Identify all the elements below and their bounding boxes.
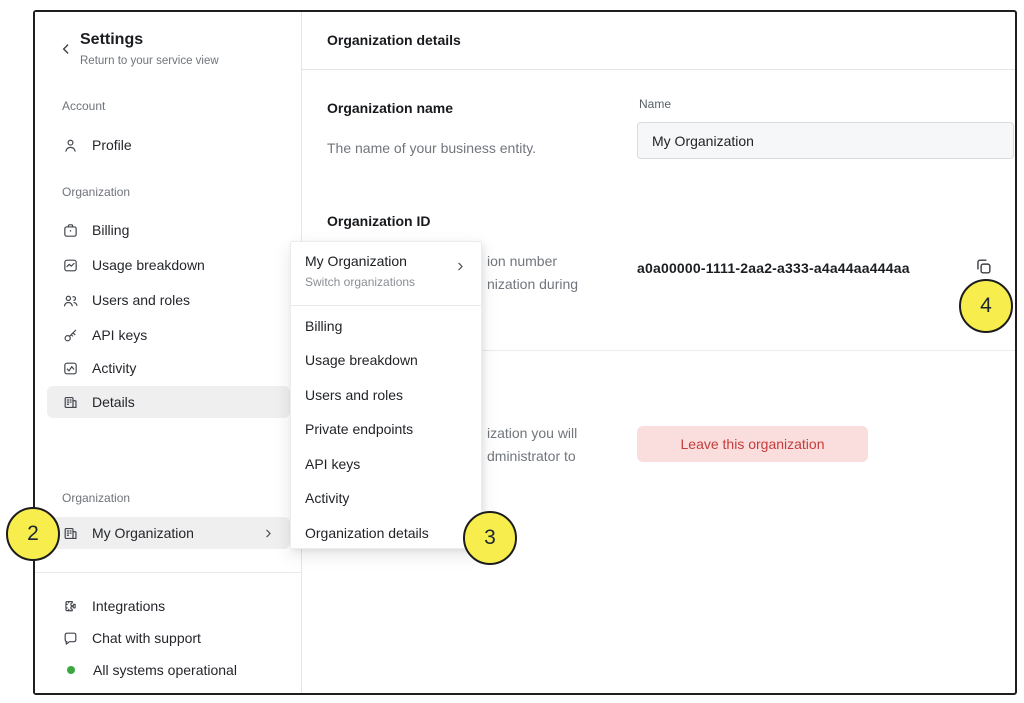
organization-name-input[interactable] [637, 122, 1014, 159]
org-id-section-title: Organization ID [327, 213, 430, 229]
sidebar-item-label: Chat with support [92, 630, 201, 646]
building-icon [62, 525, 79, 542]
org-name-section-description: The name of your business entity. [327, 140, 536, 156]
org-id-description-clipped-line1: ion number [487, 253, 557, 269]
org-name-section-title: Organization name [327, 100, 453, 116]
chevron-right-icon [454, 260, 467, 273]
menu-item-usage-breakdown[interactable]: Usage breakdown [291, 343, 481, 377]
copy-icon[interactable] [974, 256, 994, 276]
menu-item-private-endpoints[interactable]: Private endpoints [291, 412, 481, 446]
sidebar-item-billing[interactable]: Billing [47, 214, 290, 246]
sidebar-item-label: Billing [92, 222, 129, 238]
name-field-label: Name [639, 97, 671, 111]
menu-item-organization-details[interactable]: Organization details [291, 516, 481, 550]
sidebar-item-users-and-roles[interactable]: Users and roles [47, 284, 290, 316]
sidebar-subtitle: Return to your service view [80, 55, 219, 67]
menu-header-my-organization[interactable] [291, 242, 481, 305]
sidebar-item-api-keys[interactable]: API keys [47, 319, 290, 351]
key-icon [62, 327, 79, 344]
sidebar-item-integrations[interactable]: Integrations [47, 590, 290, 622]
section-label-organization: Organization [62, 185, 130, 199]
activity-icon [62, 360, 79, 377]
annotation-step-4: 4 [959, 279, 1013, 333]
menu-item-activity[interactable]: Activity [291, 481, 481, 515]
sidebar-item-details[interactable]: Details [47, 386, 290, 418]
sidebar-item-profile[interactable]: Profile [47, 129, 290, 161]
app-window: Settings Return to your service view Acc… [33, 10, 1017, 695]
menu-item-billing[interactable]: Billing [291, 309, 481, 343]
menu-subtitle: Switch organizations [305, 275, 415, 289]
menu-item-users-and-roles[interactable]: Users and roles [291, 378, 481, 412]
chat-bubble-icon [62, 630, 79, 647]
organization-switcher-menu: My Organization Switch organizations Bil… [290, 241, 482, 549]
annotation-step-3: 3 [463, 511, 517, 565]
puzzle-icon [62, 598, 79, 615]
sidebar-item-system-status[interactable]: All systems operational [47, 654, 290, 686]
settings-sidebar: Settings Return to your service view Acc… [35, 12, 302, 693]
menu-item-api-keys[interactable]: API keys [291, 447, 481, 481]
back-chevron-icon[interactable] [58, 41, 74, 57]
organization-id-value: a0a00000-1111-2aa2-a333-a4a44aa444aa [637, 260, 910, 276]
usage-chart-icon [62, 257, 79, 274]
leave-description-clipped-line1: ization you will [487, 425, 577, 441]
sidebar-item-label: Usage breakdown [92, 257, 205, 273]
sidebar-item-usage-breakdown[interactable]: Usage breakdown [47, 249, 290, 281]
header-divider [302, 69, 1015, 70]
sidebar-item-label: My Organization [92, 525, 249, 541]
billing-icon [62, 222, 79, 239]
sidebar-item-activity[interactable]: Activity [47, 352, 290, 384]
sidebar-item-label: Activity [92, 360, 136, 376]
sidebar-item-label: Integrations [92, 598, 165, 614]
sidebar-footer-divider [35, 572, 302, 573]
menu-title: My Organization [305, 253, 407, 269]
users-icon [62, 292, 79, 309]
sidebar-item-label: Profile [92, 137, 132, 153]
status-green-dot-icon [67, 666, 75, 674]
sidebar-item-my-organization[interactable]: My Organization [47, 517, 290, 549]
status-label: All systems operational [93, 662, 237, 678]
sidebar-item-label: Details [92, 394, 135, 410]
org-id-description-clipped-line2: nization during [487, 276, 578, 292]
person-icon [62, 137, 79, 154]
chevron-right-icon [262, 527, 275, 540]
section-label-organization-switcher: Organization [62, 491, 130, 505]
page-title: Organization details [327, 32, 461, 48]
sidebar-item-chat-with-support[interactable]: Chat with support [47, 622, 290, 654]
sidebar-title: Settings [80, 31, 143, 49]
annotation-step-2: 2 [6, 507, 60, 561]
sidebar-item-label: API keys [92, 327, 147, 343]
menu-divider [291, 305, 481, 306]
leave-organization-button[interactable]: Leave this organization [637, 426, 868, 462]
sidebar-item-label: Users and roles [92, 292, 190, 308]
section-label-account: Account [62, 99, 105, 113]
building-icon [62, 394, 79, 411]
leave-description-clipped-line2: dministrator to [487, 448, 576, 464]
